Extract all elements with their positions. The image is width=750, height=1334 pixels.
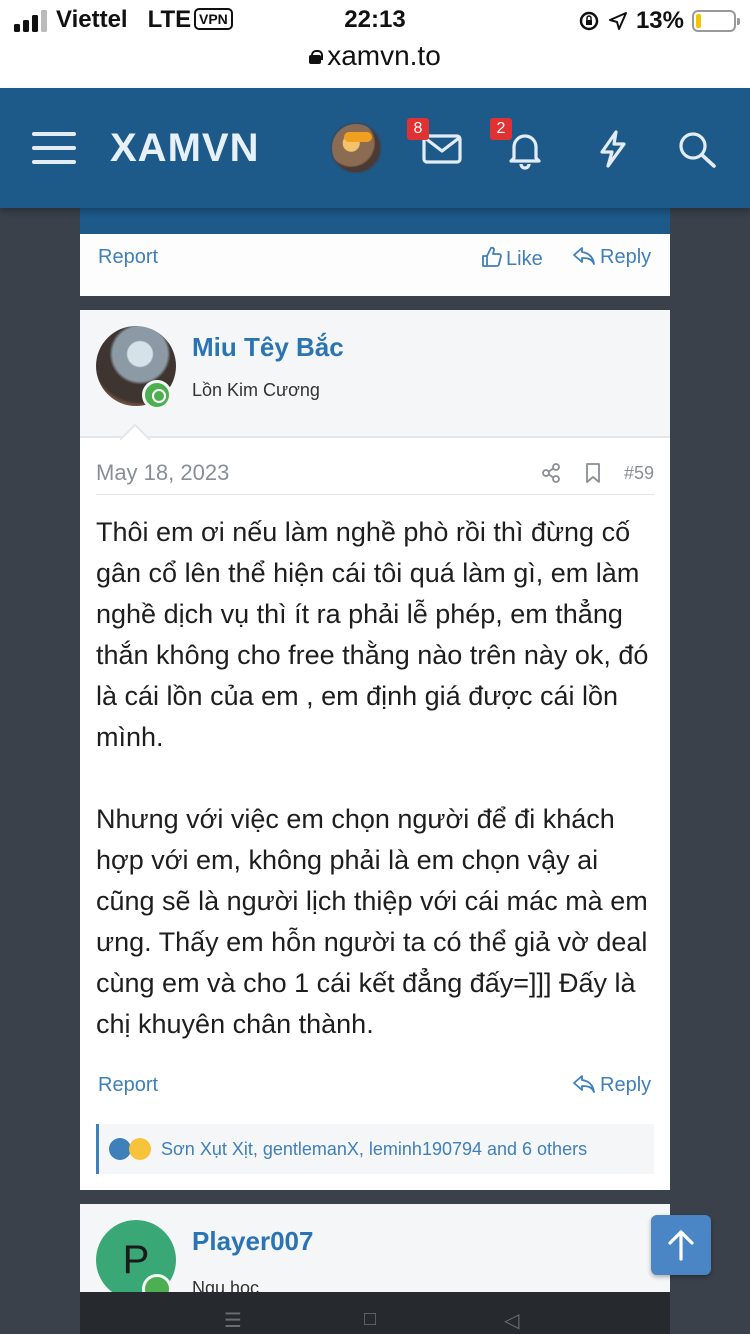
reply-icon: [573, 1075, 595, 1093]
author-username[interactable]: Miu Têy Bắc: [192, 332, 344, 363]
thumbs-up-icon: [482, 246, 502, 267]
reactions-list[interactable]: Sơn Xụt Xịt, gentlemanX, leminh190794 an…: [161, 1139, 587, 1160]
home-nav-icon[interactable]: □: [364, 1308, 376, 1331]
system-nav-bar: ☰ □ ◁: [80, 1292, 670, 1334]
search-button[interactable]: [672, 126, 722, 172]
inbox-button[interactable]: 8: [407, 118, 467, 172]
site-header: XAMVN 8 2: [0, 88, 750, 208]
orientation-lock-icon: [579, 11, 599, 31]
menu-icon[interactable]: [32, 130, 76, 166]
reply-button[interactable]: Reply: [572, 246, 651, 269]
like-reaction-icon: [109, 1138, 131, 1160]
location-icon: [608, 12, 627, 30]
haha-reaction-icon: [129, 1138, 151, 1160]
address-bar[interactable]: xamvn.to: [0, 40, 750, 72]
reply-label: Reply: [600, 246, 652, 268]
battery-icon: [692, 10, 740, 32]
url-text: xamvn.to: [327, 40, 441, 71]
site-logo[interactable]: XAMVN: [110, 126, 259, 171]
scroll-to-top-button[interactable]: [651, 1215, 711, 1275]
alerts-badge: 2: [490, 118, 512, 140]
share-icon[interactable]: [540, 462, 562, 484]
author-title: Lồn Kim Cương: [192, 380, 320, 400]
like-label: Like: [506, 248, 543, 270]
post-number[interactable]: #59: [624, 463, 654, 484]
back-nav-icon[interactable]: ◁: [504, 1308, 519, 1333]
reactions-bar[interactable]: Sơn Xụt Xịt, gentlemanX, leminh190794 an…: [96, 1124, 654, 1174]
author-username[interactable]: Player007: [192, 1226, 313, 1257]
inbox-badge: 8: [407, 118, 429, 140]
reply-icon: [573, 247, 595, 265]
post-paragraph: Thôi em ơi nếu làm nghề phò rồi thì đừng…: [96, 517, 649, 752]
alerts-button[interactable]: 2: [490, 118, 550, 172]
reply-label: Reply: [600, 1074, 652, 1096]
battery-percent: 13%: [635, 7, 684, 34]
post-meta: May 18, 2023 #59: [96, 460, 654, 490]
lock-icon: [309, 50, 324, 64]
arrow-up-icon: [668, 1230, 694, 1261]
lightning-icon: [600, 130, 626, 168]
bookmark-icon[interactable]: [582, 462, 604, 484]
menu-nav-icon[interactable]: ☰: [224, 1308, 242, 1333]
post-paragraph: Nhưng với việc em chọn người để đi khách…: [96, 804, 648, 1039]
online-status-icon: [142, 380, 172, 410]
post-date[interactable]: May 18, 2023: [96, 460, 229, 486]
post-author-header: Miu Têy Bắc Lồn Kim Cương: [80, 310, 670, 438]
status-bar: Viettel LTE VPN 22:13 13% xamvn.to: [0, 0, 750, 88]
user-avatar[interactable]: [330, 122, 382, 174]
previous-post-footer: Report Like Reply: [80, 208, 670, 296]
post-59: Miu Têy Bắc Lồn Kim Cương May 18, 2023 #…: [80, 310, 670, 1190]
whats-new-button[interactable]: [588, 126, 638, 172]
like-button[interactable]: Like: [480, 246, 543, 271]
reply-button[interactable]: Reply: [572, 1074, 651, 1097]
search-icon: [679, 132, 716, 168]
report-link[interactable]: Report: [98, 1074, 158, 1097]
post-body: Thôi em ơi nếu làm nghề phò rồi thì đừng…: [96, 512, 658, 1086]
report-link[interactable]: Report: [98, 246, 158, 269]
